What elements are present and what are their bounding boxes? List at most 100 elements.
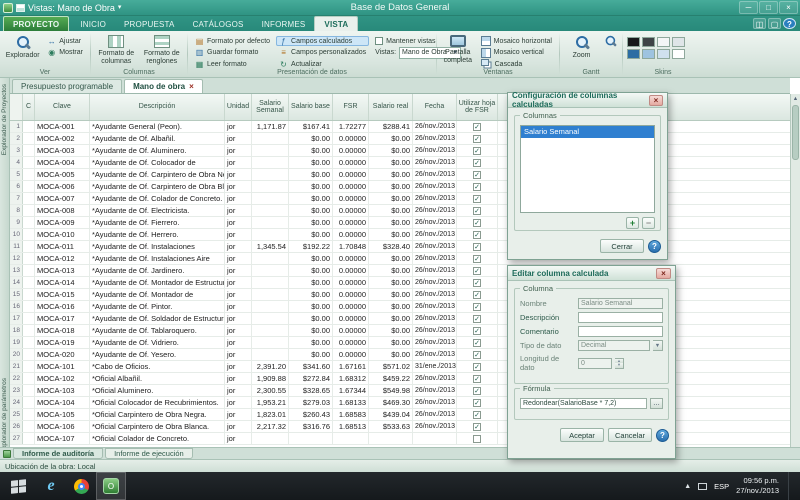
cell-descripcion[interactable]: *Ayudante de Of. Pintor.: [90, 301, 225, 312]
show-desktop-button[interactable]: [788, 472, 792, 500]
cell-fecha[interactable]: 26/nov./2013: [413, 301, 457, 312]
window-style-icon-2[interactable]: ▢: [768, 18, 781, 29]
fsr-checkbox[interactable]: ✓: [473, 171, 481, 179]
cell-fsr[interactable]: 0.00000: [333, 289, 369, 300]
cell-clave[interactable]: MOCA-101: [35, 361, 90, 372]
cell-fsr[interactable]: 0.00000: [333, 325, 369, 336]
cell-descripcion[interactable]: *Oficial Carpintero de Obra Negra.: [90, 409, 225, 420]
header-fsr[interactable]: FSR: [333, 94, 369, 120]
sidebar-item-explorador-proyectos[interactable]: Explorador de Proyectos: [1, 84, 8, 155]
cell-clave[interactable]: MOCA-017: [35, 313, 90, 324]
cell-fecha[interactable]: 26/nov./2013: [413, 157, 457, 168]
quick-access-toolbar[interactable]: Vistas: Mano de Obra ▾: [0, 3, 121, 13]
cell-salario-real[interactable]: $0.00: [369, 313, 413, 324]
row-number[interactable]: 16: [10, 301, 23, 312]
table-row[interactable]: 12MOCA-012*Ayudante de Of. Instalaciones…: [10, 253, 790, 265]
cell-c[interactable]: [23, 121, 35, 132]
cell-utilizar-fsr[interactable]: [457, 433, 498, 444]
cell-salario-base[interactable]: $279.03: [289, 397, 333, 408]
cell-salario-real[interactable]: $0.00: [369, 265, 413, 276]
cell-salario-semanal[interactable]: [252, 313, 289, 324]
cell-salario-base[interactable]: $0.00: [289, 229, 333, 240]
taskbar-clock[interactable]: 09:56 p.m. 27/nov./2013: [736, 476, 779, 496]
header-unidad[interactable]: Unidad: [225, 94, 252, 120]
cell-salario-base[interactable]: $0.00: [289, 337, 333, 348]
internet-explorer-icon[interactable]: e: [36, 472, 66, 500]
cell-unidad[interactable]: jor: [225, 133, 252, 144]
tab-propuesta[interactable]: PROPUESTA: [115, 17, 184, 31]
cell-salario-semanal[interactable]: [252, 133, 289, 144]
cell-salario-semanal[interactable]: [252, 289, 289, 300]
dialog-close-icon[interactable]: ×: [656, 268, 671, 279]
header-rownum[interactable]: [10, 94, 23, 120]
cell-salario-base[interactable]: $0.00: [289, 301, 333, 312]
cell-utilizar-fsr[interactable]: ✓: [457, 397, 498, 408]
fsr-checkbox[interactable]: ✓: [473, 423, 481, 431]
cell-unidad[interactable]: jor: [225, 205, 252, 216]
cell-salario-base[interactable]: $341.60: [289, 361, 333, 372]
cell-salario-real[interactable]: $0.00: [369, 205, 413, 216]
row-number[interactable]: 24: [10, 397, 23, 408]
cell-clave[interactable]: MOCA-104: [35, 397, 90, 408]
cell-c[interactable]: [23, 205, 35, 216]
cell-fecha[interactable]: 26/nov./2013: [413, 409, 457, 420]
window-style-icon[interactable]: ◫: [753, 18, 766, 29]
cell-salario-real[interactable]: $0.00: [369, 349, 413, 360]
formato-columnas-button[interactable]: Formato de columnas: [95, 33, 138, 67]
header-c[interactable]: C: [23, 94, 35, 120]
cell-unidad[interactable]: jor: [225, 397, 252, 408]
row-number[interactable]: 12: [10, 253, 23, 264]
doc-tab-mano-de-obra[interactable]: Mano de obra ×: [124, 79, 203, 93]
cell-descripcion[interactable]: *Ayudante de Of. Albañil.: [90, 133, 225, 144]
tab-informe-auditoria[interactable]: Informe de auditoría: [13, 448, 103, 459]
cell-utilizar-fsr[interactable]: ✓: [457, 349, 498, 360]
row-number[interactable]: 18: [10, 325, 23, 336]
fsr-checkbox[interactable]: ✓: [473, 339, 481, 347]
close-button[interactable]: ×: [779, 1, 798, 14]
cell-salario-semanal[interactable]: [252, 325, 289, 336]
help-icon[interactable]: ?: [783, 18, 796, 29]
pantalla-completa-button[interactable]: Pantalla completa: [441, 33, 475, 67]
table-row[interactable]: 4MOCA-004*Ayudante de Of. Colocador dejo…: [10, 157, 790, 169]
cell-salario-real[interactable]: $549.98: [369, 385, 413, 396]
comentario-field[interactable]: [578, 326, 663, 337]
cell-utilizar-fsr[interactable]: ✓: [457, 169, 498, 180]
chrome-icon[interactable]: [66, 472, 96, 500]
cell-clave[interactable]: MOCA-005: [35, 169, 90, 180]
cell-fsr[interactable]: [333, 433, 369, 444]
header-salario-semanal[interactable]: Salario Semanal: [252, 94, 289, 120]
row-number[interactable]: 9: [10, 217, 23, 228]
cell-unidad[interactable]: jor: [225, 421, 252, 432]
cell-unidad[interactable]: jor: [225, 181, 252, 192]
cell-salario-real[interactable]: $533.63: [369, 421, 413, 432]
remove-column-button[interactable]: −: [642, 217, 655, 229]
row-number[interactable]: 15: [10, 289, 23, 300]
cell-salario-real[interactable]: $0.00: [369, 181, 413, 192]
cell-c[interactable]: [23, 145, 35, 156]
cell-descripcion[interactable]: *Oficial Colador de Concreto.: [90, 433, 225, 444]
cell-descripcion[interactable]: *Ayudante de Of. Soldador de Estructuras: [90, 313, 225, 324]
cell-clave[interactable]: MOCA-003: [35, 145, 90, 156]
skin-swatch[interactable]: [672, 37, 685, 47]
row-number[interactable]: 5: [10, 169, 23, 180]
cell-salario-base[interactable]: $0.00: [289, 217, 333, 228]
cell-unidad[interactable]: jor: [225, 169, 252, 180]
row-number[interactable]: 25: [10, 409, 23, 420]
skin-swatch[interactable]: [672, 49, 685, 59]
row-number[interactable]: 4: [10, 157, 23, 168]
cell-salario-semanal[interactable]: [252, 181, 289, 192]
cell-clave[interactable]: MOCA-006: [35, 181, 90, 192]
cell-salario-base[interactable]: $272.84: [289, 373, 333, 384]
cell-fsr[interactable]: 1.70848: [333, 241, 369, 252]
close-tab-icon[interactable]: ×: [189, 82, 194, 91]
cell-salario-real[interactable]: $571.02: [369, 361, 413, 372]
zoom-secondary-button[interactable]: [602, 33, 618, 67]
fsr-checkbox[interactable]: ✓: [473, 303, 481, 311]
fsr-checkbox[interactable]: ✓: [473, 399, 481, 407]
cascada-button[interactable]: Cascada: [478, 59, 555, 69]
cell-salario-real[interactable]: $0.00: [369, 169, 413, 180]
cell-descripcion[interactable]: *Ayudante de Of. Instalaciones Aire: [90, 253, 225, 264]
cell-utilizar-fsr[interactable]: ✓: [457, 229, 498, 240]
cell-c[interactable]: [23, 349, 35, 360]
cell-unidad[interactable]: jor: [225, 277, 252, 288]
